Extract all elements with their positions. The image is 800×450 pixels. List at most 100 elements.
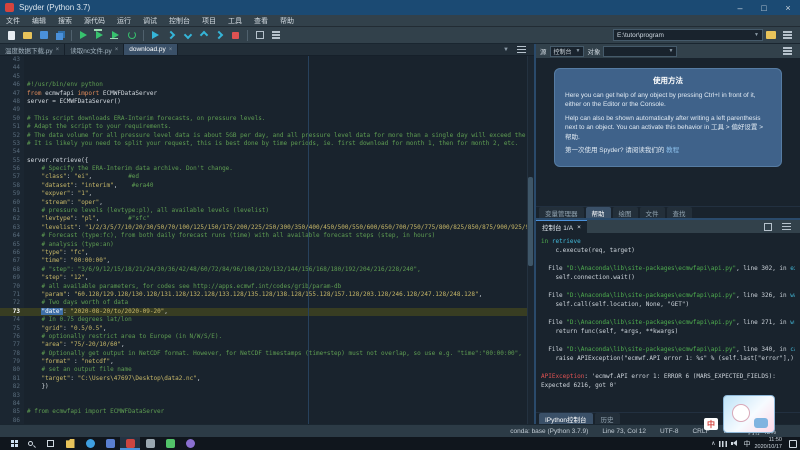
pane-tab[interactable]: 绘图 xyxy=(613,207,638,218)
menu-item-6[interactable]: 调试 xyxy=(137,15,163,26)
code-line[interactable]: 52# The data volume for all pressure lev… xyxy=(0,132,534,140)
taskbar-browser[interactable] xyxy=(80,437,100,450)
code-line[interactable]: 66 "type": "fc", xyxy=(0,249,534,257)
taskbar-clock[interactable]: 11:50 2020/10/17 xyxy=(754,437,782,450)
debug-stop-button[interactable] xyxy=(228,28,243,42)
pane-tab[interactable]: 帮助 xyxy=(586,207,611,218)
pane-tab[interactable]: 变量管理器 xyxy=(539,207,584,218)
code-line[interactable]: 83 xyxy=(0,392,534,400)
network-icon[interactable] xyxy=(719,441,727,447)
code-line[interactable]: 69 "step": "12", xyxy=(0,274,534,282)
close-button[interactable]: × xyxy=(776,0,800,15)
code-editor[interactable]: 43 44 45 46#!/usr/bin/env python47from e… xyxy=(0,56,534,424)
code-line[interactable]: 53# It is likely you need to split your … xyxy=(0,140,534,148)
run-cell-button[interactable] xyxy=(92,28,107,42)
code-line[interactable]: 78 # Optionally get output in NetCDF for… xyxy=(0,350,534,358)
rerun-cell-button[interactable] xyxy=(124,28,139,42)
tab-close-icon[interactable]: × xyxy=(115,47,119,53)
code-line[interactable]: 54 xyxy=(0,148,534,156)
tab-close-icon[interactable]: × xyxy=(169,47,173,53)
debug-step-out-button[interactable] xyxy=(196,28,211,42)
debug-continue-button[interactable] xyxy=(212,28,227,42)
code-line[interactable]: 81 "target": "C:\Users\47697\Desktop\dat… xyxy=(0,375,534,383)
code-line[interactable]: 79 "format" : "netcdf", xyxy=(0,358,534,366)
save-all-button[interactable] xyxy=(52,28,67,42)
code-line[interactable]: 46#!/usr/bin/env python xyxy=(0,81,534,89)
tab-close-icon[interactable]: × xyxy=(577,224,581,231)
help-options-icon[interactable] xyxy=(783,50,792,52)
menu-item-8[interactable]: 项目 xyxy=(196,15,222,26)
taskbar-app-5[interactable] xyxy=(140,437,160,450)
console-options-icon[interactable] xyxy=(782,226,791,228)
taskbar-app-7[interactable] xyxy=(180,437,200,450)
code-line[interactable]: 58 "dataset": "interim", #era40 xyxy=(0,182,534,190)
menu-item-1[interactable]: 文件 xyxy=(0,15,26,26)
taskbar-app-6[interactable] xyxy=(160,437,180,450)
minimize-button[interactable]: – xyxy=(728,0,752,15)
notification-center-icon[interactable] xyxy=(789,440,797,448)
code-line[interactable]: 59 "expver": "1", xyxy=(0,190,534,198)
task-view-button[interactable] xyxy=(40,437,60,450)
code-line[interactable]: 60 "stream": "oper", xyxy=(0,199,534,207)
code-line[interactable]: 75 "grid": "0.5/0.5", xyxy=(0,325,534,333)
console-interrupt-icon[interactable] xyxy=(764,223,772,231)
browse-tabs-icon[interactable]: ▼ xyxy=(503,47,509,53)
code-line[interactable]: 55server.retrieve({ xyxy=(0,157,534,165)
code-line[interactable]: 85# from ecmwfapi import ECMWFDataServer xyxy=(0,408,534,416)
code-line[interactable]: 86 xyxy=(0,417,534,424)
code-line[interactable]: 51# Adapt the script to your requirement… xyxy=(0,123,534,131)
code-line[interactable]: 63 "levelist": "1/2/3/5/7/10/20/30/50/70… xyxy=(0,224,534,232)
console-output[interactable]: in retrieve c.execute(req, target) File … xyxy=(536,233,800,412)
menu-item-3[interactable]: 搜索 xyxy=(52,15,78,26)
editor-tab[interactable]: 温度数据下载.py× xyxy=(0,44,65,55)
code-line[interactable]: 56 # Specify the ERA-Interim data archiv… xyxy=(0,165,534,173)
tutorial-link[interactable]: 教程 xyxy=(666,147,679,154)
code-line[interactable]: 71 "param": "60.128/129.128/130.128/131.… xyxy=(0,291,534,299)
code-line[interactable]: 77 "area": "75/-20/10/60", xyxy=(0,341,534,349)
maximize-pane-button[interactable] xyxy=(252,28,267,42)
new-file-button[interactable] xyxy=(4,28,19,42)
run-file-button[interactable] xyxy=(76,28,91,42)
search-button[interactable] xyxy=(20,437,40,450)
taskbar-file-explorer[interactable] xyxy=(60,437,80,450)
menu-item-11[interactable]: 帮助 xyxy=(274,15,300,26)
code-line[interactable]: 64 # Forecast (type:fc), from both daily… xyxy=(0,232,534,240)
pane-tab[interactable]: 历史 xyxy=(595,413,620,424)
debug-file-button[interactable] xyxy=(148,28,163,42)
volume-icon[interactable] xyxy=(731,440,739,448)
menu-item-2[interactable]: 编辑 xyxy=(26,15,52,26)
code-line[interactable]: 49 xyxy=(0,106,534,114)
code-line[interactable]: 57 "class": "ei", #ed xyxy=(0,173,534,181)
pane-tab[interactable]: 文件 xyxy=(640,207,665,218)
code-line[interactable]: 82 }) xyxy=(0,383,534,391)
editor-scrollbar-thumb[interactable] xyxy=(528,177,533,265)
code-line[interactable]: 62 "levtype": "pl", #"sfc" xyxy=(0,215,534,223)
maximize-button[interactable]: □ xyxy=(752,0,776,15)
code-line[interactable]: 70 # all available parameters, for codes… xyxy=(0,283,534,291)
save-file-button[interactable] xyxy=(36,28,51,42)
code-line[interactable]: 47from ecmwfapi import ECMWFDataServer xyxy=(0,90,534,98)
menu-item-7[interactable]: 控制台 xyxy=(163,15,196,26)
debug-step-button[interactable] xyxy=(164,28,179,42)
ime-indicator[interactable]: 中 xyxy=(743,439,750,449)
tray-expand-icon[interactable]: ∧ xyxy=(711,440,715,447)
code-line[interactable]: 68 # "step": "3/6/9/12/15/18/21/24/30/36… xyxy=(0,266,534,274)
editor-tab[interactable]: 读取nc文件.py× xyxy=(65,44,124,55)
pane-tab[interactable]: 查找 xyxy=(667,207,692,218)
taskbar-spyder[interactable] xyxy=(120,437,140,450)
code-line[interactable]: 74 # In 0.75 degrees lat/lon xyxy=(0,316,534,324)
code-line[interactable]: 76 # optionally restrict area to Europe … xyxy=(0,333,534,341)
toolbar-overflow-icon[interactable] xyxy=(783,34,792,36)
help-source-combo[interactable]: 控制台 ▼ xyxy=(550,46,585,57)
menu-item-5[interactable]: 运行 xyxy=(111,15,137,26)
code-line[interactable]: 45 xyxy=(0,73,534,81)
editor-scrollbar[interactable] xyxy=(527,56,534,424)
menu-item-9[interactable]: 工具 xyxy=(222,15,248,26)
code-line[interactable]: 67 "time": "00:00:00", xyxy=(0,257,534,265)
layout-options-button[interactable] xyxy=(268,28,283,42)
code-line[interactable]: 73 "date": "2020-08-20/to/2020-09-20", xyxy=(0,308,534,316)
code-line[interactable]: 44 xyxy=(0,64,534,72)
menu-item-10[interactable]: 查看 xyxy=(248,15,274,26)
code-line[interactable]: 61 # pressure levels (levtype:pl), all a… xyxy=(0,207,534,215)
tabbar-options-icon[interactable] xyxy=(517,49,526,51)
